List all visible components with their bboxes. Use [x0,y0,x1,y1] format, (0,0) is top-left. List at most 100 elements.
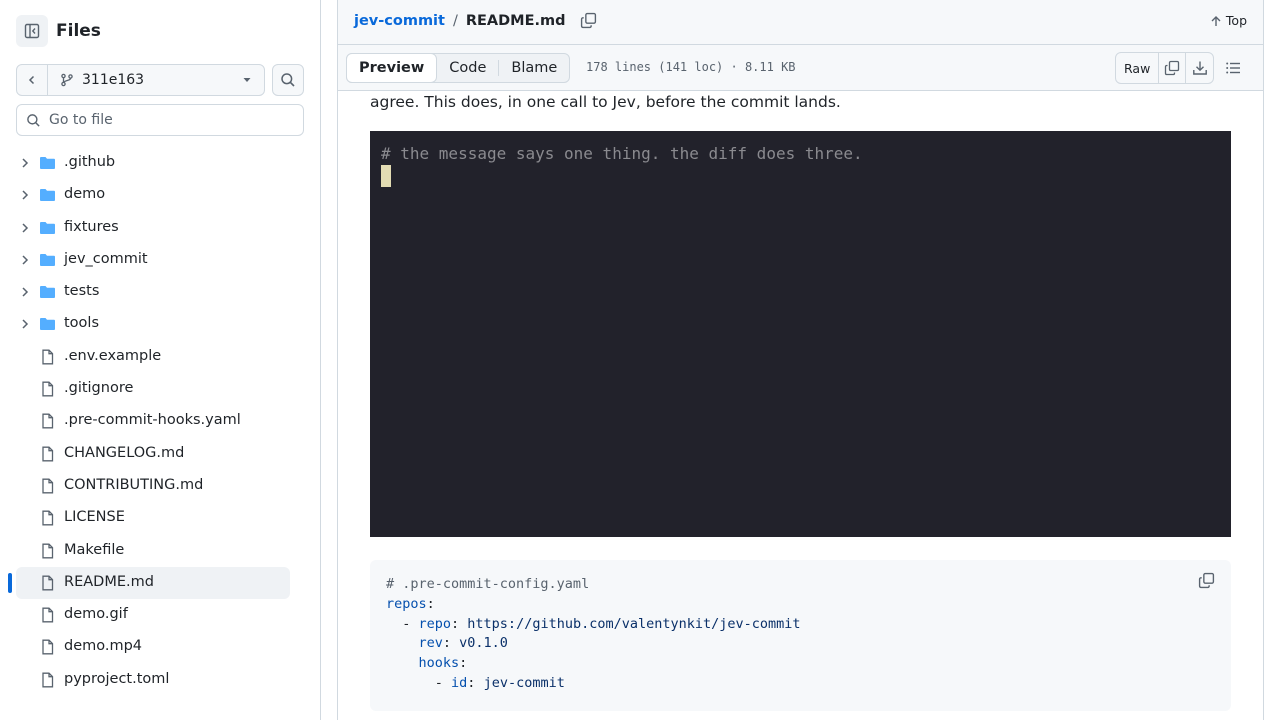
chevron-right-icon[interactable] [18,221,32,235]
code-value: jev-commit [483,674,565,691]
code-key: repo [418,615,452,632]
go-to-file-input[interactable] [49,112,289,128]
tree-item-label: .pre-commit-hooks.yaml [64,412,241,429]
raw-button[interactable]: Raw [1116,53,1160,83]
file-icon [42,413,54,429]
top-label: Top [1225,13,1247,28]
file-icon [42,446,54,462]
chevron-right-icon[interactable] [18,188,32,202]
file-meta: 178 lines (141 loc) · 8.11 KB [586,60,796,74]
tree-item-label: CONTRIBUTING.md [64,476,204,493]
tab-blame[interactable]: Blame [499,54,569,82]
tree-item-label: demo.gif [64,606,128,623]
chevron-right-icon[interactable] [18,285,32,299]
copy-path-button[interactable] [580,12,597,29]
download-icon [1192,61,1207,75]
selection-indicator [8,572,12,593]
code-comment: # .pre-commit-config.yaml [386,576,590,592]
tab-preview[interactable]: Preview [346,53,438,83]
tree-item-label: Makefile [64,541,125,558]
download-button[interactable] [1186,53,1213,83]
code-key: rev [418,635,443,652]
tree-item-file[interactable]: pyproject.toml [0,664,320,696]
tree-item-label: jev_commit [64,250,148,267]
tree-item-folder[interactable]: tools [0,308,320,340]
arrow-up-icon [1211,15,1221,26]
breadcrumb-separator: / [452,12,458,29]
breadcrumb-repo-link[interactable]: jev-commit [354,13,445,29]
file-tree-sidebar: Files 311e163 .github de [0,0,321,720]
tree-item-folder[interactable]: jev_commit [0,244,320,276]
tree-item-file[interactable]: .gitignore [0,373,320,405]
demo-terminal-animation: # the message says one thing. the diff d… [370,131,1231,537]
file-icon [42,575,54,591]
tab-code[interactable]: Code [437,54,498,82]
tree-item-file[interactable]: CHANGELOG.md [0,438,320,470]
code-key: hooks [418,655,460,672]
tree-item-file[interactable]: .env.example [0,341,320,373]
tree-item-file[interactable]: demo.mp4 [0,631,320,663]
tree-item-folder[interactable]: .github [0,147,320,179]
code-value: v0.1.0 [459,635,508,652]
tree-item-label: tests [64,283,100,300]
tree-item-label: CHANGELOG.md [64,444,185,461]
sidebar-title: Files [56,21,101,41]
copy-code-button[interactable] [1198,572,1216,590]
search-button[interactable] [272,64,304,96]
branch-select-button[interactable]: 311e163 [48,65,264,95]
file-icon [42,478,54,494]
tree-item-label: demo.mp4 [64,638,143,655]
outline-button[interactable] [1219,56,1247,80]
file-icon [42,543,54,559]
view-mode-tabs: Preview Code Blame [346,53,571,83]
tree-item-file[interactable]: Makefile [0,535,320,567]
terminal-cursor [381,165,391,187]
sidebar-collapse-icon [24,23,40,39]
chevron-right-icon[interactable] [18,253,32,267]
file-icon [42,672,54,688]
file-icon [42,640,54,655]
tree-item-file[interactable]: demo.gif [0,599,320,631]
folder-icon [40,318,55,331]
sidebar-header: Files [16,15,101,47]
tree-item-label: tools [64,315,100,332]
file-actions: Raw [1115,52,1215,84]
file-icon [42,349,54,365]
folder-icon [40,189,55,202]
tree-item-label: .gitignore [64,380,134,397]
branch-name: 311e163 [82,72,145,88]
tree-item-label: README.md [64,573,154,590]
chevron-right-icon[interactable] [18,156,32,170]
markdown-body: agree. This does, in one call to Jev, be… [338,91,1263,720]
folder-icon [40,157,55,169]
branch-picker: 311e163 [16,64,265,96]
tree-item-label: fixtures [64,218,119,235]
tree-item-folder[interactable]: tests [0,276,320,308]
back-button[interactable] [17,65,48,95]
folder-icon [40,286,55,299]
copy-raw-button[interactable] [1159,53,1187,83]
code-value: https://github.com/valentynkit/jev-commi… [467,615,801,632]
copy-icon [1165,60,1180,76]
file-toolbar: Preview Code Blame 178 lines (141 loc) ·… [338,45,1263,91]
tree-item-file[interactable]: LICENSE [0,502,320,534]
tree-item-folder[interactable]: demo [0,179,320,211]
tree-item-file[interactable]: CONTRIBUTING.md [0,470,320,502]
caret-down-icon [243,78,251,82]
code-key: repos [386,595,427,612]
search-icon [281,73,295,87]
chevron-left-icon [28,75,35,85]
top-button[interactable]: Top [1210,13,1247,28]
breadcrumb: jev-commit / README.md [354,12,597,29]
tree-item-folder[interactable]: fixtures [0,212,320,244]
code-key: id [451,674,468,691]
folder-icon [40,253,55,266]
tree-item-file-selected[interactable]: README.md [0,566,320,599]
tree-item-label: demo [64,186,106,203]
tree-item-file[interactable]: .pre-commit-hooks.yaml [0,405,320,437]
search-icon [27,113,40,127]
chevron-right-icon[interactable] [18,317,32,331]
tree-item-label: .github [64,154,116,170]
go-to-file-field[interactable] [16,104,304,136]
collapse-sidebar-button[interactable] [16,15,48,47]
